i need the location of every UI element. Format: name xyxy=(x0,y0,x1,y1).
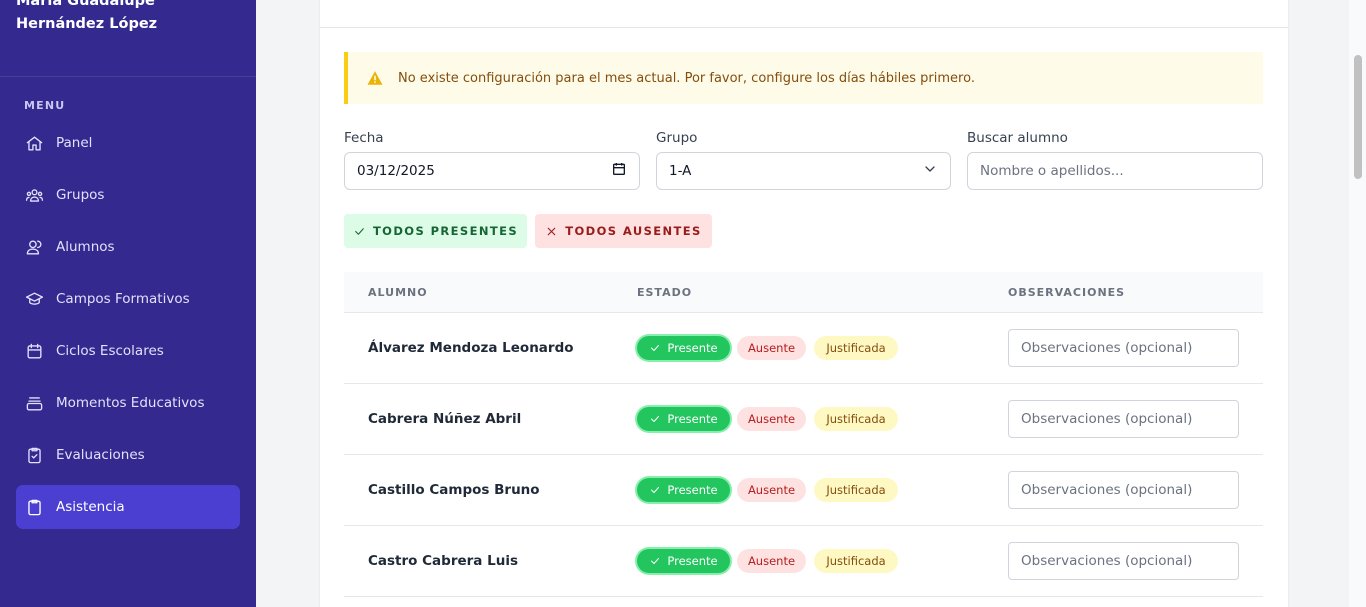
sidebar-item-label: Alumnos xyxy=(56,239,115,255)
all-present-label: TODOS PRESENTES xyxy=(372,224,519,238)
check-icon xyxy=(355,227,364,235)
grupo-select[interactable]: 1-A xyxy=(656,152,951,190)
buscar-input[interactable]: Nombre o apellidos... xyxy=(967,152,1263,190)
clipboard-check-icon xyxy=(24,445,44,465)
calendar-picker-icon[interactable] xyxy=(611,161,627,181)
warning-alert: No existe configuración para el mes actu… xyxy=(344,52,1263,104)
buscar-placeholder: Nombre o apellidos... xyxy=(980,163,1124,179)
status-present-button[interactable]: Presente xyxy=(637,407,730,431)
observations-input[interactable]: Observaciones (opcional) xyxy=(1008,400,1239,438)
menu-heading: MENU xyxy=(24,99,66,112)
check-icon xyxy=(651,345,660,351)
header-observaciones: OBSERVACIONES xyxy=(1008,286,1126,299)
sidebar-item-label: Panel xyxy=(56,135,93,151)
user-name: María Guadalupe Hernández López xyxy=(16,0,158,32)
observations-input[interactable]: Observaciones (opcional) xyxy=(1008,542,1239,580)
sidebar-item-panel[interactable]: Panel xyxy=(16,121,240,165)
all-absent-button[interactable]: TODOS AUSENTES xyxy=(535,214,712,248)
observations-input[interactable]: Observaciones (opcional) xyxy=(1008,471,1239,509)
student-name: Cabrera Núñez Abril xyxy=(368,411,522,427)
status-present-button[interactable]: Presente xyxy=(637,478,730,502)
chevron-down-icon xyxy=(922,161,938,181)
warning-icon xyxy=(366,69,384,87)
sidebar-item-alumnos[interactable]: Alumnos xyxy=(16,225,240,269)
users-icon xyxy=(24,237,44,257)
attendance-table: ALUMNO ESTADO OBSERVACIONES Álvarez Mend… xyxy=(344,272,1263,597)
alert-text: No existe configuración para el mes actu… xyxy=(398,70,975,86)
sidebar-item-label: Momentos Educativos xyxy=(56,395,205,411)
fecha-label: Fecha xyxy=(344,130,384,146)
table-row: Castro Cabrera Luis Presente Ausente Jus… xyxy=(344,526,1263,597)
present-label: Presente xyxy=(667,554,718,568)
sidebar-item-label: Ciclos Escolares xyxy=(56,343,164,359)
status-justified-button[interactable]: Justificada xyxy=(814,549,898,573)
observations-input[interactable]: Observaciones (opcional) xyxy=(1008,329,1239,367)
header-alumno: ALUMNO xyxy=(368,286,428,299)
observations-placeholder: Observaciones (opcional) xyxy=(1021,340,1193,356)
status-absent-button[interactable]: Ausente xyxy=(737,407,806,431)
check-icon xyxy=(651,558,660,564)
layers-icon xyxy=(24,393,44,413)
buscar-label: Buscar alumno xyxy=(967,130,1068,146)
status-absent-button[interactable]: Ausente xyxy=(737,478,806,502)
sidebar-item-label: Asistencia xyxy=(56,499,125,515)
table-row: Castillo Campos Bruno Presente Ausente J… xyxy=(344,455,1263,526)
fecha-input[interactable]: 03/12/2025 xyxy=(344,152,640,190)
sidebar-item-label: Evaluaciones xyxy=(56,447,145,463)
present-label: Presente xyxy=(667,483,718,497)
observations-placeholder: Observaciones (opcional) xyxy=(1021,553,1193,569)
all-absent-label: TODOS AUSENTES xyxy=(565,224,702,238)
status-justified-button[interactable]: Justificada xyxy=(814,336,898,360)
status-absent-button[interactable]: Ausente xyxy=(737,336,806,360)
graduation-cap-icon xyxy=(24,289,44,309)
grupo-value: 1-A xyxy=(669,163,692,179)
student-name: Castro Cabrera Luis xyxy=(368,553,518,569)
sidebar-item-asistencia[interactable]: Asistencia xyxy=(16,485,240,529)
sidebar: María Guadalupe Hernández López MENU Pan… xyxy=(0,0,256,607)
sidebar-item-evaluaciones[interactable]: Evaluaciones xyxy=(16,433,240,477)
status-present-button[interactable]: Presente xyxy=(637,549,730,573)
home-icon xyxy=(24,133,44,153)
table-header: ALUMNO ESTADO OBSERVACIONES xyxy=(344,272,1263,313)
status-justified-button[interactable]: Justificada xyxy=(814,407,898,431)
present-label: Presente xyxy=(667,341,718,355)
status-present-button[interactable]: Presente xyxy=(637,336,730,360)
sidebar-item-momentos-educativos[interactable]: Momentos Educativos xyxy=(16,381,240,425)
card-header-divider xyxy=(320,27,1288,28)
check-icon xyxy=(651,487,660,493)
sidebar-item-label: Grupos xyxy=(56,187,105,203)
calendar-icon xyxy=(24,341,44,361)
sidebar-item-grupos[interactable]: Grupos xyxy=(16,173,240,217)
sidebar-item-label: Campos Formativos xyxy=(56,291,190,307)
table-row: Cabrera Núñez Abril Presente Ausente Jus… xyxy=(344,384,1263,455)
users-group-icon xyxy=(24,185,44,205)
header-estado: ESTADO xyxy=(637,286,693,299)
all-present-button[interactable]: TODOS PRESENTES xyxy=(344,214,527,248)
present-label: Presente xyxy=(667,412,718,426)
clipboard-icon xyxy=(24,497,44,517)
sidebar-nav: Panel Grupos Alumnos Campos Formativos C… xyxy=(16,121,240,537)
grupo-label: Grupo xyxy=(656,130,698,146)
scrollbar-thumb[interactable] xyxy=(1354,55,1362,179)
x-icon xyxy=(547,227,556,235)
fecha-value: 03/12/2025 xyxy=(357,163,435,179)
observations-placeholder: Observaciones (opcional) xyxy=(1021,482,1193,498)
status-absent-button[interactable]: Ausente xyxy=(737,549,806,573)
sidebar-item-campos-formativos[interactable]: Campos Formativos xyxy=(16,277,240,321)
status-justified-button[interactable]: Justificada xyxy=(814,478,898,502)
observations-placeholder: Observaciones (opcional) xyxy=(1021,411,1193,427)
student-name: Álvarez Mendoza Leonardo xyxy=(368,340,574,356)
table-row: Álvarez Mendoza Leonardo Presente Ausent… xyxy=(344,313,1263,384)
sidebar-item-ciclos-escolares[interactable]: Ciclos Escolares xyxy=(16,329,240,373)
student-name: Castillo Campos Bruno xyxy=(368,482,540,498)
sidebar-divider xyxy=(0,76,256,77)
check-icon xyxy=(651,416,660,422)
